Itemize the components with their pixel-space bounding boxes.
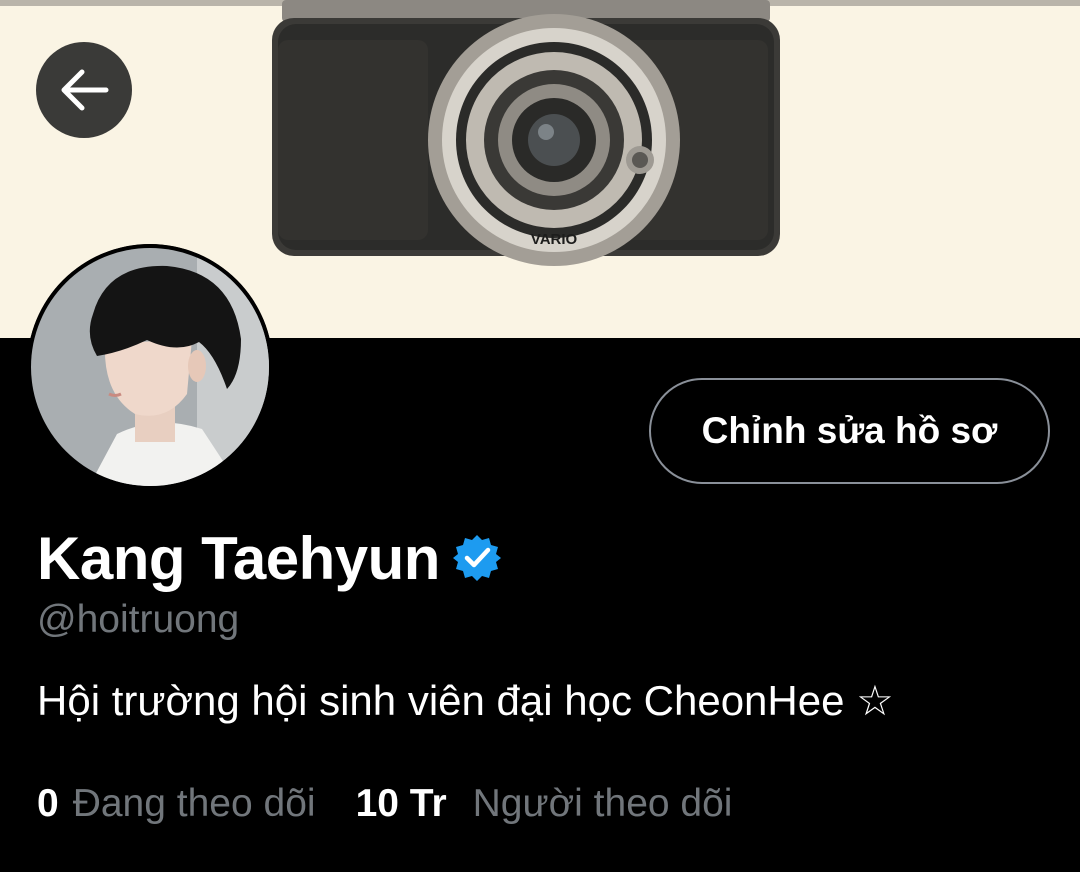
profile-handle: @hoitruong <box>37 598 240 641</box>
followers-label: Người theo dõi <box>472 782 733 825</box>
follow-stats: 0 Đang theo dõi 10 Tr Người theo dõi <box>37 782 732 826</box>
verified-badge-icon[interactable] <box>452 533 502 583</box>
avatar-photo <box>27 244 273 490</box>
profile-bio: Hội trường hội sinh viên đại học CheonHe… <box>37 677 894 724</box>
name-row: Kang Taehyun <box>37 520 502 596</box>
profile-avatar[interactable] <box>27 244 273 490</box>
arrow-left-icon <box>61 69 109 111</box>
edit-profile-button[interactable]: Chỉnh sửa hồ sơ <box>649 378 1050 484</box>
following-count: 0 <box>37 782 59 825</box>
camera-label: VARIO <box>531 231 578 248</box>
following-label: Đang theo dõi <box>72 782 316 825</box>
display-name: Kang Taehyun <box>37 524 440 592</box>
followers-link[interactable]: 10 Tr Người theo dõi <box>356 782 733 826</box>
following-link[interactable]: 0 Đang theo dõi <box>37 782 316 826</box>
camera-banner-image: VARIO <box>272 0 780 266</box>
edit-profile-label: Chỉnh sửa hồ sơ <box>701 410 998 451</box>
followers-count: 10 Tr <box>355 782 447 825</box>
back-button[interactable] <box>36 42 132 138</box>
